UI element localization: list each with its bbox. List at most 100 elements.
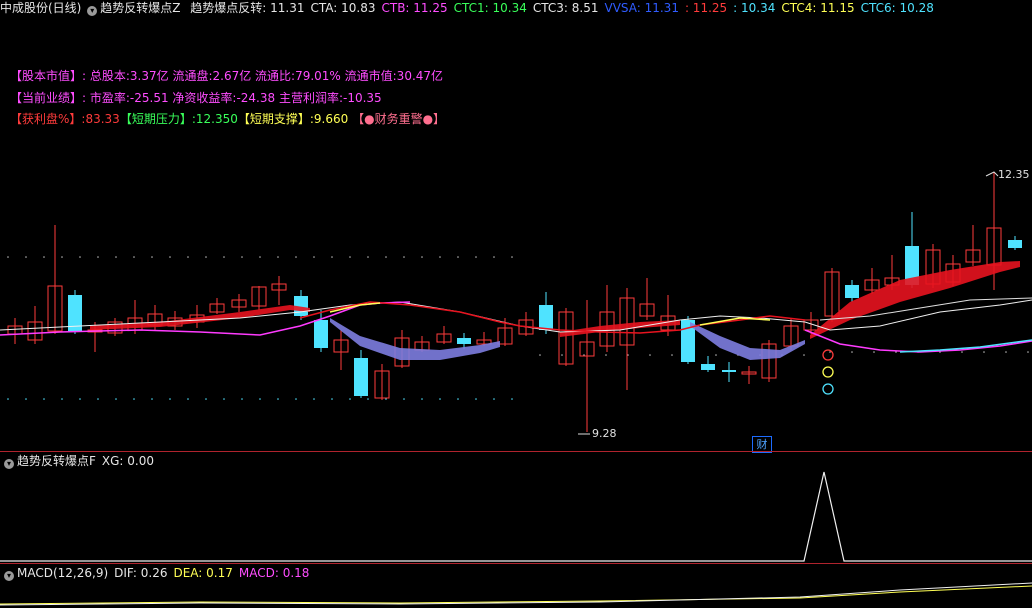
ref-dot bbox=[493, 256, 495, 258]
candle-down bbox=[1008, 240, 1022, 248]
ref-dot bbox=[605, 354, 607, 356]
candlestick-chart[interactable] bbox=[0, 0, 1032, 608]
panel-divider-1 bbox=[0, 451, 1032, 452]
ref-dot bbox=[223, 256, 225, 258]
ma-cyan-line bbox=[899, 339, 1032, 353]
ref-dot bbox=[205, 256, 207, 258]
xg-signal-line bbox=[0, 471, 1032, 562]
ref-dot bbox=[115, 398, 117, 400]
ref-dot bbox=[187, 256, 189, 258]
panel2-dropdown-icon[interactable]: ▾ bbox=[4, 459, 14, 469]
high-price-label: 12.35 bbox=[998, 168, 1030, 181]
ref-dot bbox=[457, 398, 459, 400]
ref-dot bbox=[511, 256, 513, 258]
candle-down bbox=[314, 320, 328, 348]
ref-dot bbox=[439, 256, 441, 258]
ref-dot bbox=[43, 256, 45, 258]
ref-dot bbox=[649, 354, 651, 356]
ref-dot bbox=[151, 398, 153, 400]
ref-dot bbox=[241, 398, 243, 400]
ref-dot bbox=[25, 256, 27, 258]
ref-dot bbox=[133, 256, 135, 258]
ref-dot bbox=[961, 351, 963, 353]
ref-dot bbox=[403, 256, 405, 258]
ribbon-red bbox=[90, 305, 310, 330]
ref-dot bbox=[151, 256, 153, 258]
ref-dot bbox=[421, 256, 423, 258]
ref-dot bbox=[187, 398, 189, 400]
ref-dot bbox=[803, 354, 805, 356]
ref-dot bbox=[1027, 351, 1029, 353]
ref-dot bbox=[331, 256, 333, 258]
ref-dot bbox=[97, 398, 99, 400]
ref-dot bbox=[1005, 351, 1007, 353]
candle-down bbox=[354, 358, 368, 396]
ref-dot bbox=[79, 256, 81, 258]
ma-magenta-line bbox=[804, 329, 1032, 353]
signal-circle bbox=[822, 383, 834, 395]
ref-dot bbox=[671, 354, 673, 356]
ref-dot bbox=[169, 256, 171, 258]
signal-circle bbox=[822, 349, 834, 361]
ref-dot bbox=[223, 398, 225, 400]
ref-dot bbox=[277, 256, 279, 258]
ref-dot bbox=[349, 256, 351, 258]
ref-dot bbox=[313, 256, 315, 258]
ref-dot bbox=[277, 398, 279, 400]
ref-dot bbox=[851, 351, 853, 353]
ref-dot bbox=[61, 256, 63, 258]
ref-dot bbox=[115, 256, 117, 258]
ref-dot bbox=[439, 398, 441, 400]
ref-dot bbox=[61, 398, 63, 400]
ref-dot bbox=[349, 398, 351, 400]
macd-dif: DIF: 0.26 bbox=[114, 566, 168, 580]
ref-dot bbox=[475, 256, 477, 258]
ref-dot bbox=[79, 398, 81, 400]
ref-dot bbox=[475, 398, 477, 400]
high-arrow bbox=[985, 171, 999, 177]
ribbon-blue bbox=[330, 318, 500, 360]
ref-dot bbox=[983, 351, 985, 353]
ref-dot bbox=[403, 398, 405, 400]
ref-dot bbox=[259, 398, 261, 400]
candle-down bbox=[722, 370, 736, 372]
macd-value: MACD: 0.18 bbox=[238, 566, 310, 580]
candle-down bbox=[539, 305, 553, 330]
ref-dot bbox=[367, 256, 369, 258]
ref-dot bbox=[873, 351, 875, 353]
ref-dot bbox=[493, 398, 495, 400]
ref-dot bbox=[367, 398, 369, 400]
ref-dot bbox=[457, 256, 459, 258]
ref-dot bbox=[385, 256, 387, 258]
candle-down bbox=[457, 338, 471, 344]
ref-dot bbox=[97, 256, 99, 258]
ref-dot bbox=[169, 398, 171, 400]
ref-dot bbox=[133, 398, 135, 400]
panel3-title[interactable]: MACD(12,26,9) bbox=[17, 566, 108, 580]
ref-dot bbox=[241, 256, 243, 258]
macd-dea: DEA: 0.17 bbox=[173, 566, 233, 580]
ref-dot bbox=[259, 256, 261, 258]
ref-dot bbox=[715, 354, 717, 356]
ref-dot bbox=[7, 398, 9, 400]
ref-dot bbox=[511, 398, 513, 400]
panel3-dropdown-icon[interactable]: ▾ bbox=[4, 571, 14, 581]
ref-dot bbox=[313, 398, 315, 400]
candle-down bbox=[701, 364, 715, 370]
panel2-xg: XG: 0.00 bbox=[101, 454, 155, 468]
ref-dot bbox=[295, 398, 297, 400]
panel2-title[interactable]: 趋势反转爆点F bbox=[17, 454, 96, 468]
ref-dot bbox=[43, 398, 45, 400]
panel3-header: ▾ MACD(12,26,9) DIF: 0.26 DEA: 0.17 MACD: 0.… bbox=[2, 565, 309, 581]
candle-down bbox=[845, 285, 859, 298]
ref-dot bbox=[7, 256, 9, 258]
panel2-header: ▾ 趋势反转爆点F XG: 0.00 bbox=[2, 453, 154, 469]
signal-circle bbox=[822, 366, 834, 378]
panel-divider-2 bbox=[0, 563, 1032, 564]
ref-dot bbox=[25, 398, 27, 400]
ref-dot bbox=[295, 256, 297, 258]
ref-dot bbox=[205, 398, 207, 400]
ref-dot bbox=[421, 398, 423, 400]
ribbon-blue bbox=[690, 322, 805, 360]
macd-dea-line bbox=[0, 585, 1032, 605]
